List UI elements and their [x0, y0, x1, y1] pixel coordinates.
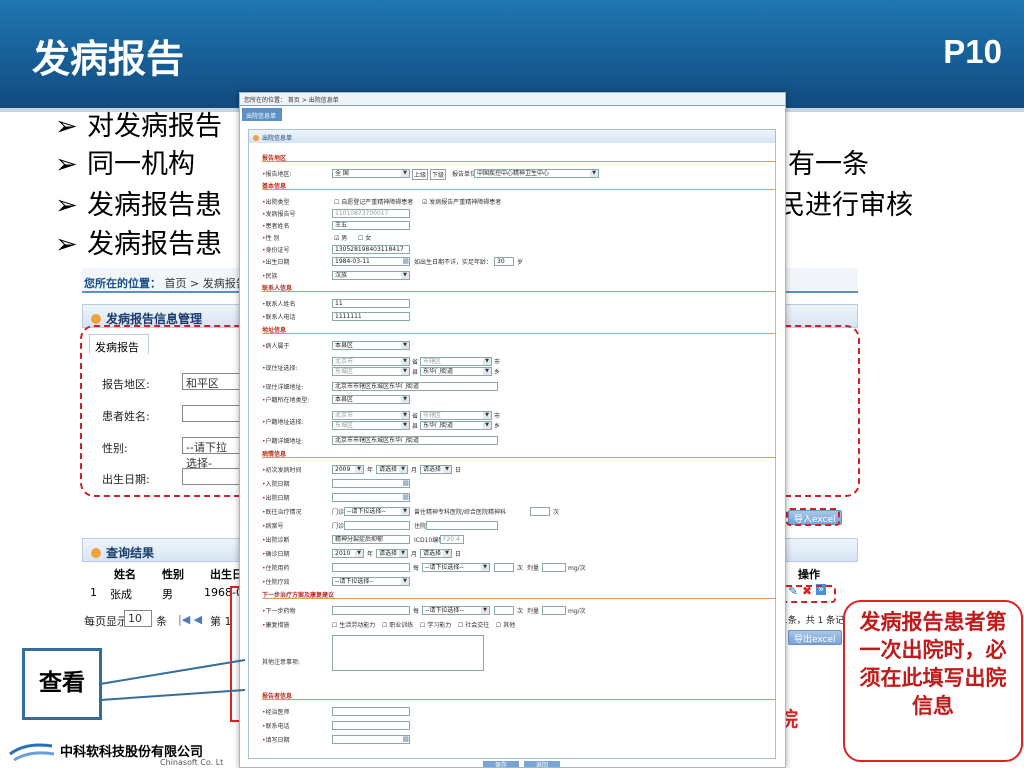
- callout-box: 发病报告患者第一次出院时，必须在此填写出院信息: [843, 600, 1023, 762]
- look-label: 查看: [22, 648, 102, 720]
- company-logo-icon: [9, 743, 55, 762]
- look-pointer-line: [99, 659, 246, 685]
- footer: 中科软科技股份有限公司 Chinasoft Co. Lt: [0, 734, 250, 768]
- look-pointer-line-2: [99, 689, 246, 701]
- company-english: Chinasoft Co. Lt: [160, 758, 224, 767]
